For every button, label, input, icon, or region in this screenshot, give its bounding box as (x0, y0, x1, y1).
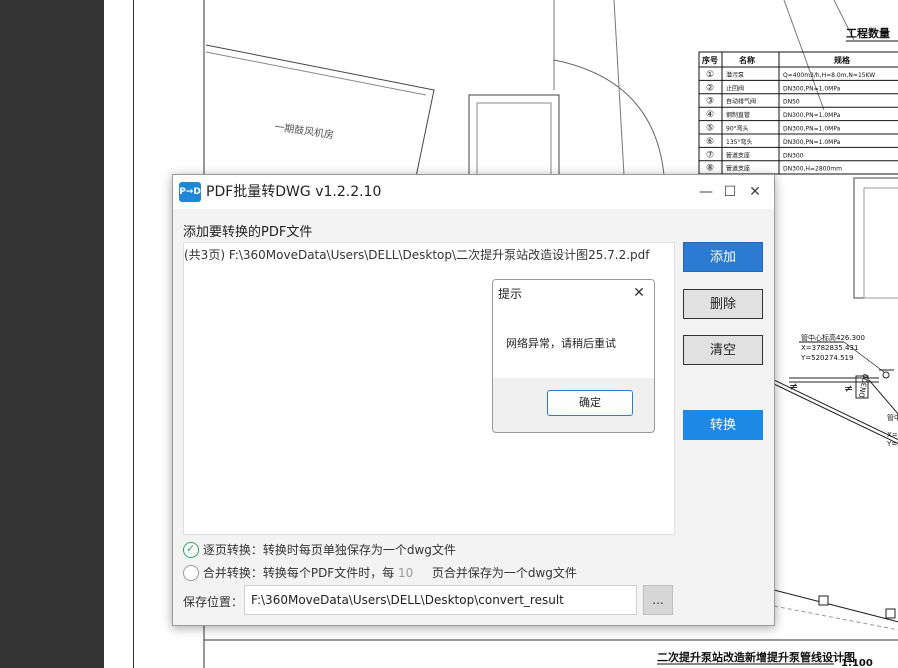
delete-button[interactable]: 删除 (683, 289, 763, 319)
table-row-number: ② (706, 83, 714, 93)
option-merge[interactable]: 合并转换：转换每个PDF文件时，每 10 页合并保存为一个dwg文件 (183, 564, 577, 582)
browse-button[interactable]: ... (643, 585, 673, 615)
table-col-seq: 序号 (702, 55, 718, 65)
convert-button[interactable]: 转换 (683, 410, 763, 440)
table-row-number: ⑥ (706, 137, 714, 147)
table-row-name: 止回阀 (726, 84, 744, 92)
option-per-page-label: 逐页转换：转换时每页单独保存为一个dwg文件 (202, 543, 456, 557)
save-path-input[interactable]: F:\360MoveData\Users\DELL\Desktop\conver… (244, 585, 637, 615)
table-row-number: ④ (706, 110, 714, 120)
close-button[interactable]: ✕ (744, 181, 766, 203)
table-row-spec: DN300,H=2800mm (783, 166, 842, 173)
table-row-name: 潜污泵 (726, 71, 744, 79)
radio-checked-icon[interactable] (183, 541, 199, 558)
app-logo-icon: P→D (179, 182, 201, 202)
merge-pages-input[interactable]: 10 (398, 566, 428, 580)
table-row-name: 管道支座 (726, 165, 750, 173)
coord2-elevation: 管中 (887, 413, 898, 422)
table-row-spec: DN300,PN=1.0MPa (783, 139, 841, 146)
coord2-y: Y=5 (886, 440, 898, 448)
table-row-number: ⑤ (706, 124, 714, 134)
table-col-name: 名称 (739, 55, 755, 65)
left-dark-panel (0, 0, 104, 668)
dialog-message: 网络异常，请稍后重试 (506, 337, 616, 350)
table-row-number: ⑦ (706, 150, 714, 160)
coord2-x: X=3 (887, 431, 898, 439)
file-list-label: 添加要转换的PDF文件 (183, 225, 313, 240)
option-per-page[interactable]: 逐页转换：转换时每页单独保存为一个dwg文件 (183, 541, 456, 559)
dialog-titlebar[interactable]: 提示 ✕ (493, 280, 654, 306)
table-row-name: 管道支座 (726, 151, 750, 159)
table-row-number: ⑧ (706, 164, 714, 174)
pipe-mark: ≠ (844, 382, 853, 395)
table-row-name: 自动排气阀 (726, 98, 756, 106)
dialog-close-icon[interactable]: ✕ (629, 282, 649, 304)
table-row-spec: Q=400m3/h,H=8.0m,N=15KW (783, 72, 875, 79)
window-title: PDF批量转DWG v1.2.2.10 (206, 184, 382, 200)
table-row-name: 90°弯头 (726, 125, 749, 133)
maximize-button[interactable]: ☐ (719, 181, 741, 203)
drawing-scale: 1:100 (841, 658, 873, 668)
page-margin (104, 0, 134, 668)
table-row-spec: DN300 (783, 152, 804, 159)
table-col-spec: 规格 (834, 55, 851, 65)
dialog-ok-button[interactable]: 确定 (547, 390, 633, 416)
coord1-x: X=3782835.431 (801, 344, 858, 352)
table-row-number: ③ (706, 97, 714, 107)
save-location-label: 保存位置： (183, 595, 244, 609)
drawing-title: 二次提升泵站改造新增提升泵管线设计图 (657, 650, 855, 664)
table-row-spec: DN300,PN=1.0MPa (783, 126, 841, 133)
option-merge-suffix: 页合并保存为一个dwg文件 (431, 566, 577, 580)
option-merge-label: 合并转换：转换每个PDF文件时，每 (202, 566, 395, 580)
dialog-body: 网络异常，请稍后重试 (493, 306, 654, 378)
dialog-title: 提示 (498, 287, 523, 301)
table-row-number: ① (706, 70, 714, 80)
fan-room-label: 一期鼓风机房 (274, 120, 335, 141)
table-row-spec: DN300,PN=1.0MPa (783, 85, 841, 92)
radio-unchecked-icon[interactable] (183, 564, 199, 581)
file-list-item[interactable]: (共3页) F:\360MoveData\Users\DELL\Desktop\… (184, 246, 650, 263)
add-button[interactable]: 添加 (683, 242, 763, 272)
table-title: 工程数量 (846, 26, 890, 40)
table-row-name: 钢制直管 (726, 111, 750, 119)
window-titlebar[interactable]: P→D PDF批量转DWG v1.2.2.10 — ☐ ✕ (173, 175, 774, 209)
table-row-name: 135°弯头 (726, 138, 752, 146)
table-row-spec: DN300,PN=1.0MPa (783, 112, 841, 119)
pipe-mark: ≠ (789, 380, 798, 393)
alert-dialog: 提示 ✕ 网络异常，请稍后重试 确定 (492, 279, 655, 433)
coord1-y: Y=520274.519 (800, 354, 853, 362)
coord1-elevation: 管中心标高426.300 (801, 333, 865, 342)
main-window: P→D PDF批量转DWG v1.2.2.10 — ☐ ✕ 添加要转换的PDF文… (172, 174, 775, 626)
clear-button[interactable]: 清空 (683, 335, 763, 365)
minimize-button[interactable]: — (695, 181, 717, 203)
table-row-spec: DN50 (783, 99, 800, 106)
